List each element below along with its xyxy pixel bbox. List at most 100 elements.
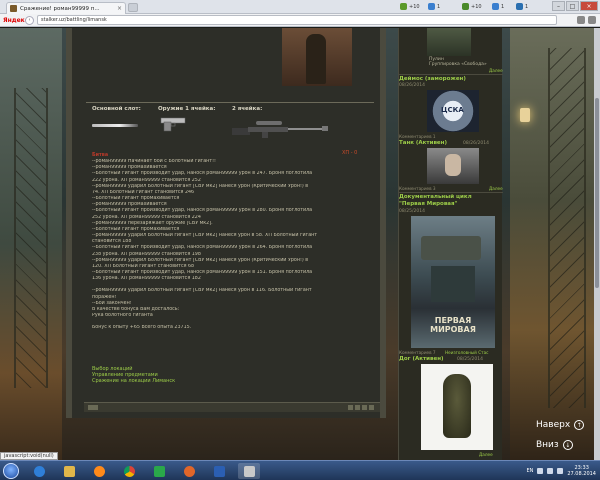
- bar-dots: [348, 405, 374, 410]
- extension-badge-2[interactable]: 1: [428, 3, 440, 10]
- tower-silhouette: [14, 88, 48, 388]
- arrow-up-icon: ↑: [574, 420, 585, 430]
- scrollbar-thumb[interactable]: [595, 98, 599, 288]
- frame-bottom-bar: [84, 402, 380, 412]
- post-date: 08/26/2014: [463, 141, 489, 146]
- scroll-down-button[interactable]: Вниз ↓: [536, 440, 573, 450]
- taskbar-media[interactable]: [88, 463, 110, 479]
- enemy-figure: [306, 34, 326, 84]
- comment-count[interactable]: Комментариев 3: [399, 186, 436, 191]
- background-left: [0, 28, 62, 460]
- site-favicon-icon: [10, 5, 17, 12]
- news-sidebar: Пулин Группировка «Свобода» Далее Деймос…: [398, 28, 503, 460]
- windows-taskbar: EN 23:33 27.08.2014: [0, 460, 600, 480]
- divider: [399, 74, 503, 75]
- battle-log: Битва --роман99999 Начинает бой с Болотн…: [92, 153, 382, 332]
- volume-icon[interactable]: [547, 468, 554, 474]
- extension-badge-5[interactable]: 1: [516, 3, 528, 10]
- tray-icon[interactable]: [537, 468, 544, 474]
- yandex-logo[interactable]: Яндекс: [3, 17, 28, 24]
- comment-count[interactable]: Комментариев 1: [399, 134, 436, 139]
- language-indicator[interactable]: EN: [526, 468, 533, 474]
- link-battle-limansk[interactable]: Сражение на локации Лиманск: [92, 378, 175, 384]
- close-window-button[interactable]: ×: [580, 1, 598, 11]
- taskbar-browser-active[interactable]: [238, 463, 260, 479]
- dog-avatar-image[interactable]: [421, 364, 493, 450]
- card-caption: Группировка «Свобода»: [429, 62, 487, 67]
- weapon-slots: Основной слот: Оружие 1 ячейка: 2 ячейка…: [92, 106, 372, 146]
- extension-badge-3[interactable]: +10: [462, 3, 482, 10]
- pistol-icon[interactable]: [160, 116, 188, 132]
- stalker-avatar[interactable]: [427, 28, 471, 56]
- post-title-dog[interactable]: Дог (Активен): [399, 356, 444, 362]
- browser-tab[interactable]: Сражение! роман99999 п... ×: [6, 2, 126, 14]
- background-right: [510, 28, 600, 460]
- back-arrow-icon[interactable]: ‹: [25, 15, 34, 25]
- sniper-rifle-icon[interactable]: [232, 120, 332, 138]
- tower-silhouette: [548, 48, 586, 408]
- scroll-up-button[interactable]: Наверх ↑: [536, 420, 585, 430]
- weapon1-label: Оружие 1 ячейка:: [158, 106, 216, 112]
- knife-icon[interactable]: [92, 124, 138, 127]
- tank-avatar-image[interactable]: [427, 148, 479, 184]
- enemy-portrait: [282, 28, 352, 86]
- cska-logo-image[interactable]: ЦСКА: [427, 90, 479, 132]
- start-button[interactable]: [3, 463, 19, 479]
- more-link[interactable]: Далее: [479, 452, 493, 457]
- battle-frame: Основной слот: Оружие 1 ячейка: 2 ячейка…: [66, 28, 386, 418]
- minimize-button[interactable]: –: [552, 1, 565, 11]
- menu-icon[interactable]: [588, 16, 596, 24]
- documentary-poster[interactable]: ПЕРВАЯ МИРОВАЯ: [411, 216, 495, 348]
- system-tray: EN 23:33 27.08.2014: [526, 462, 596, 480]
- taskbar-app[interactable]: [148, 463, 170, 479]
- comment-count[interactable]: Комментариев 7: [399, 350, 436, 355]
- bar-ornament: [88, 405, 98, 410]
- arrow-down-icon: ↓: [562, 440, 573, 450]
- page-viewport: Основной слот: Оружие 1 ячейка: 2 ячейка…: [0, 28, 600, 460]
- clock[interactable]: 23:33 27.08.2014: [567, 465, 596, 477]
- post-title-deimos[interactable]: Деймос (заморожен): [399, 76, 466, 82]
- window-controls: – □ ×: [552, 1, 598, 11]
- address-bar-row: Яндекс ‹ stalker.uz/battling/limansk: [0, 14, 600, 27]
- extension-icon: [492, 3, 499, 10]
- taskbar-ie[interactable]: [28, 463, 50, 479]
- author[interactable]: Неизголовный Стас: [445, 350, 488, 355]
- main-slot-label: Основной слот:: [92, 106, 141, 112]
- extension-icon: [462, 3, 469, 10]
- lamp-icon: [520, 108, 530, 122]
- post-date: 08/25/2014: [457, 357, 483, 362]
- url-input[interactable]: stalker.uz/battling/limansk: [37, 15, 557, 25]
- more-link[interactable]: Далее: [489, 68, 503, 73]
- extension-badge-1[interactable]: +10: [400, 3, 420, 10]
- extension-icon: [428, 3, 435, 10]
- extension-icon: [516, 3, 523, 10]
- nav-buttons: ‹: [25, 15, 34, 25]
- download-icon[interactable]: [577, 16, 585, 24]
- more-link[interactable]: Далее: [489, 186, 503, 191]
- tab-title: Сражение! роман99999 п...: [20, 5, 100, 12]
- log-line: Бонус к опыту +65 Всего опыта 23715.: [92, 325, 192, 331]
- network-icon[interactable]: [557, 468, 564, 474]
- maximize-button[interactable]: □: [566, 1, 579, 11]
- tab-close-icon[interactable]: ×: [117, 5, 125, 12]
- extension-icon: [400, 3, 407, 10]
- address-bar-tools: [577, 16, 596, 24]
- status-bar-link: javascript:void(null): [0, 452, 58, 460]
- weapon2-label: 2 ячейка:: [232, 106, 263, 112]
- nav-links: Выбор локаций Управление предметами Сраж…: [92, 366, 175, 385]
- divider: [86, 102, 374, 103]
- post-title-tank[interactable]: Танк (Активен): [399, 140, 447, 146]
- taskbar-explorer[interactable]: [58, 463, 80, 479]
- extension-badge-4[interactable]: 1: [492, 3, 504, 10]
- divider: [399, 192, 503, 193]
- post-date: 08/26/2014: [399, 83, 425, 88]
- post-date: 08/25/2014: [399, 209, 425, 214]
- page-scrollbar[interactable]: [594, 28, 600, 460]
- taskbar-firefox[interactable]: [178, 463, 200, 479]
- post-title-doc-2[interactable]: "Первая Мировая": [399, 201, 457, 207]
- browser-tab-bar: Сражение! роман99999 п... × +10 1 +10 1 …: [0, 0, 600, 14]
- taskbar-chrome[interactable]: [118, 463, 140, 479]
- new-tab-button[interactable]: [128, 3, 138, 12]
- post-title-doc[interactable]: Документальный цикл: [399, 194, 472, 200]
- taskbar-word[interactable]: [208, 463, 230, 479]
